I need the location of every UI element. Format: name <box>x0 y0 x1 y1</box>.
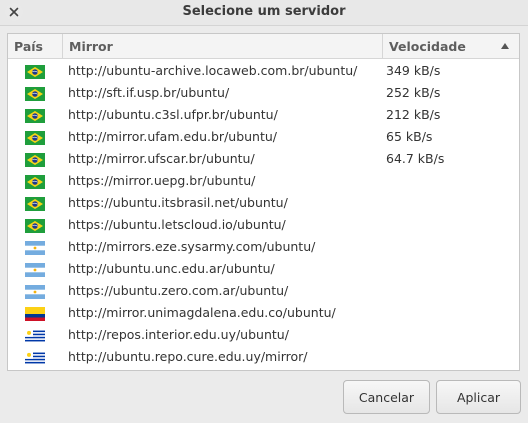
column-header-mirror[interactable]: Mirror <box>63 34 383 59</box>
mirror-speed: 65 kB/s <box>386 129 433 144</box>
mirror-rows: http://ubuntu-archive.locaweb.com.br/ubu… <box>8 60 519 368</box>
mirror-url: http://ubuntu-archive.locaweb.com.br/ubu… <box>68 63 358 78</box>
brazil-flag-icon <box>25 153 45 167</box>
brazil-flag-icon <box>25 131 45 145</box>
uruguay-flag-icon <box>25 329 45 343</box>
mirror-url: http://mirrors.eze.sysarmy.com/ubuntu/ <box>68 239 316 254</box>
sort-ascending-icon <box>501 43 509 49</box>
column-header-speed[interactable]: Velocidade <box>383 34 519 59</box>
brazil-flag-icon <box>25 65 45 79</box>
table-row[interactable]: http://sft.if.usp.br/ubuntu/252 kB/s <box>8 82 519 104</box>
table-row[interactable]: http://ubuntu.repo.cure.edu.uy/mirror/ <box>8 346 519 368</box>
argentina-flag-icon <box>25 285 45 299</box>
apply-button[interactable]: Aplicar <box>436 380 521 414</box>
table-row[interactable]: http://repos.interior.edu.uy/ubuntu/ <box>8 324 519 346</box>
mirror-speed: 212 kB/s <box>386 107 441 122</box>
table-row[interactable]: http://mirror.ufam.edu.br/ubuntu/65 kB/s <box>8 126 519 148</box>
mirror-url: https://ubuntu.itsbrasil.net/ubuntu/ <box>68 195 288 210</box>
table-row[interactable]: http://ubuntu.c3sl.ufpr.br/ubuntu/212 kB… <box>8 104 519 126</box>
column-header: País Mirror Velocidade <box>8 34 519 59</box>
brazil-flag-icon <box>25 109 45 123</box>
brazil-flag-icon <box>25 175 45 189</box>
table-row[interactable]: http://mirrors.eze.sysarmy.com/ubuntu/ <box>8 236 519 258</box>
argentina-flag-icon <box>25 241 45 255</box>
mirror-url: http://repos.interior.edu.uy/ubuntu/ <box>68 327 289 342</box>
table-row[interactable]: https://ubuntu.zero.com.ar/ubuntu/ <box>8 280 519 302</box>
table-row[interactable]: http://mirror.ufscar.br/ubuntu/64.7 kB/s <box>8 148 519 170</box>
table-row[interactable]: http://ubuntu-archive.locaweb.com.br/ubu… <box>8 60 519 82</box>
mirror-url: https://ubuntu.letscloud.io/ubuntu/ <box>68 217 286 232</box>
column-header-country[interactable]: País <box>8 34 63 59</box>
title-bar: Selecione um servidor <box>0 0 528 26</box>
column-header-speed-label: Velocidade <box>389 39 466 54</box>
mirror-url: https://ubuntu.zero.com.ar/ubuntu/ <box>68 283 289 298</box>
mirror-url: http://mirror.ufam.edu.br/ubuntu/ <box>68 129 278 144</box>
table-row[interactable]: http://mirror.unimagdalena.edu.co/ubuntu… <box>8 302 519 324</box>
window-title: Selecione um servidor <box>182 4 346 19</box>
table-row[interactable]: http://ubuntu.unc.edu.ar/ubuntu/ <box>8 258 519 280</box>
mirror-url: http://mirror.ufscar.br/ubuntu/ <box>68 151 255 166</box>
mirror-url: http://ubuntu.repo.cure.edu.uy/mirror/ <box>68 349 308 364</box>
table-row[interactable]: https://ubuntu.letscloud.io/ubuntu/ <box>8 214 519 236</box>
mirror-speed: 64.7 kB/s <box>386 151 445 166</box>
colombia-flag-icon <box>25 307 45 321</box>
argentina-flag-icon <box>25 263 45 277</box>
mirror-url: http://sft.if.usp.br/ubuntu/ <box>68 85 230 100</box>
mirror-speed: 349 kB/s <box>386 63 441 78</box>
brazil-flag-icon <box>25 219 45 233</box>
mirror-list[interactable]: País Mirror Velocidade http://ubuntu-arc… <box>7 33 520 371</box>
mirror-speed: 252 kB/s <box>386 85 441 100</box>
table-row[interactable]: https://mirror.uepg.br/ubuntu/ <box>8 170 519 192</box>
mirror-url: http://mirror.unimagdalena.edu.co/ubuntu… <box>68 305 336 320</box>
brazil-flag-icon <box>25 197 45 211</box>
uruguay-flag-icon <box>25 351 45 365</box>
mirror-url: http://ubuntu.unc.edu.ar/ubuntu/ <box>68 261 275 276</box>
mirror-url: https://mirror.uepg.br/ubuntu/ <box>68 173 256 188</box>
table-row[interactable]: https://ubuntu.itsbrasil.net/ubuntu/ <box>8 192 519 214</box>
mirror-url: http://ubuntu.c3sl.ufpr.br/ubuntu/ <box>68 107 278 122</box>
brazil-flag-icon <box>25 87 45 101</box>
cancel-button[interactable]: Cancelar <box>343 380 430 414</box>
